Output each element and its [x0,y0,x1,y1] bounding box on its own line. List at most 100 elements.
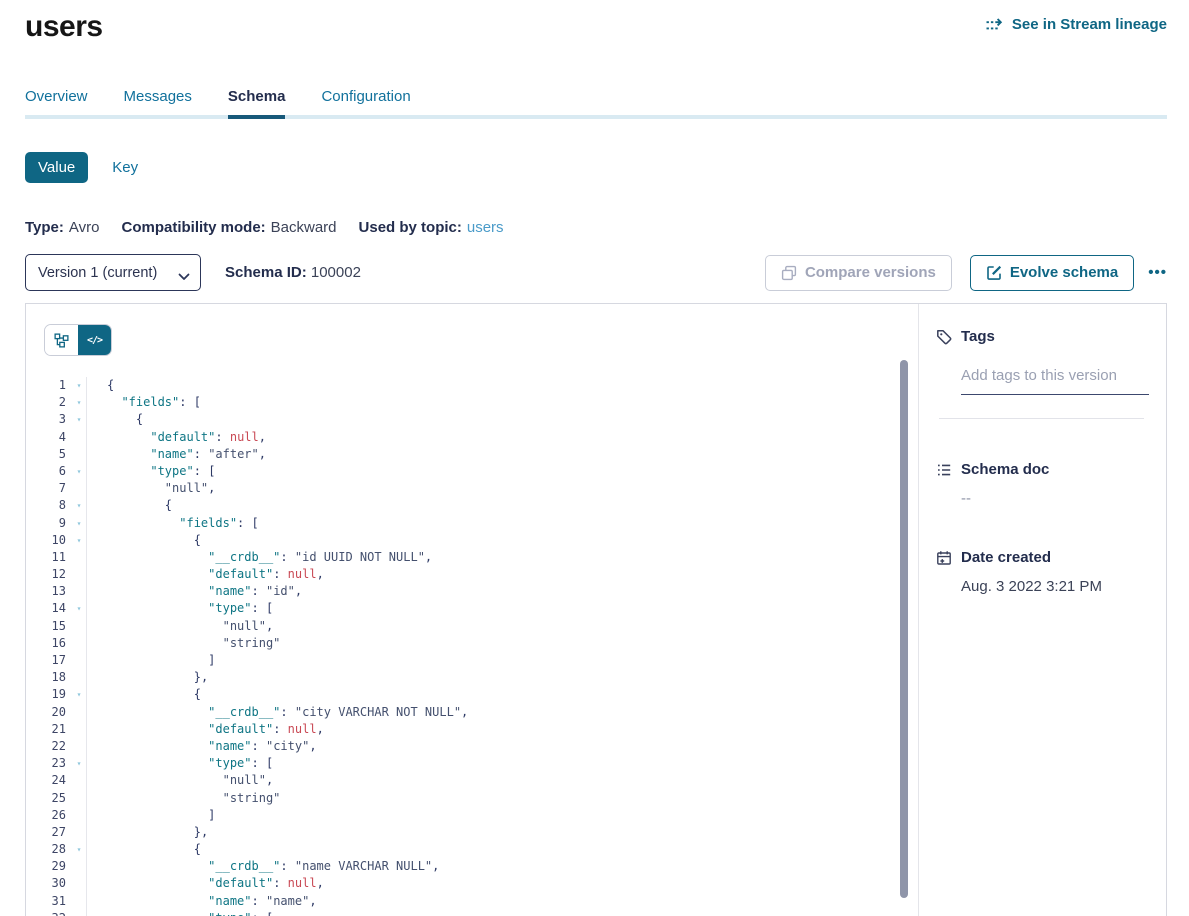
code-line: 31 "name": "name", [26,893,918,910]
line-number: 18 [26,669,72,686]
fold-arrow-icon[interactable]: ▾ [72,497,86,514]
line-number: 25 [26,790,72,807]
tab-overview[interactable]: Overview [25,88,88,119]
code-line: 1▾{ [26,377,918,394]
line-number: 8 [26,497,72,514]
code-line: 7 "null", [26,480,918,497]
code-line: 30 "default": null, [26,875,918,892]
line-number: 1 [26,377,72,394]
tree-view-toggle[interactable] [45,325,78,355]
side-panel: Tags Schema doc -- [918,304,1166,916]
version-select[interactable]: Version 1 (current) [25,254,201,291]
fold-arrow-icon[interactable]: ▾ [72,394,86,411]
meta-type: Type: Avro [25,219,99,236]
editor-toolbar: </> [26,304,918,356]
schema-id: Schema ID: 100002 [225,264,361,281]
fold-arrow-icon[interactable]: ▾ [72,910,86,916]
code-icon: </> [87,335,102,346]
version-select-wrap: Version 1 (current) [25,254,201,291]
line-number: 17 [26,652,72,669]
code-line: 9▾ "fields": [ [26,515,918,532]
meta-type-label: Type: [25,219,64,236]
scrollbar-thumb[interactable] [900,360,908,898]
line-number: 9 [26,515,72,532]
code-line: 27 }, [26,824,918,841]
line-number: 28 [26,841,72,858]
date-created-section: Date created Aug. 3 2022 3:21 PM [936,549,1150,595]
line-number: 14 [26,600,72,617]
stream-lineage-link[interactable]: See in Stream lineage [986,16,1167,33]
code-line: 13 "name": "id", [26,583,918,600]
schema-doc-value: -- [961,490,1150,507]
line-number: 12 [26,566,72,583]
code-line: 11 "__crdb__": "id UUID NOT NULL", [26,549,918,566]
line-number: 20 [26,704,72,721]
side-divider [939,418,1144,419]
line-number: 32 [26,910,72,916]
code-line: 20 "__crdb__": "city VARCHAR NOT NULL", [26,704,918,721]
code-line: 14▾ "type": [ [26,600,918,617]
code-view-toggle[interactable]: </> [78,325,111,355]
code-line: 26 ] [26,807,918,824]
calendar-plus-icon [936,550,952,566]
evolve-schema-button[interactable]: Evolve schema [970,255,1134,291]
line-number: 7 [26,480,72,497]
schema-doc-section: Schema doc -- [936,461,1150,507]
line-number: 27 [26,824,72,841]
line-number: 29 [26,858,72,875]
code-line: 22 "name": "city", [26,738,918,755]
line-number: 22 [26,738,72,755]
schema-panel: </> 1▾{2▾ "fields": [3▾ {4 "default": nu… [25,303,1167,916]
compare-versions-label: Compare versions [805,264,936,281]
compare-versions-button[interactable]: Compare versions [765,255,952,291]
meta-compatibility-mode: Compatibility mode:Backward [121,219,336,236]
segment-key[interactable]: Key [112,159,138,176]
tags-input[interactable] [961,367,1149,395]
schema-meta-row: Type: Avro Compatibility mode:Backward Used… [25,219,1167,236]
meta-used-by-topic-label: Used by topic: [359,219,462,236]
tag-icon [936,329,952,345]
code-line: 17 ] [26,652,918,669]
meta-used-by-topic-value[interactable]: users [467,219,504,236]
fold-arrow-icon[interactable]: ▾ [72,841,86,858]
fold-arrow-icon[interactable]: ▾ [72,600,86,617]
line-number: 2 [26,394,72,411]
line-number: 26 [26,807,72,824]
schema-page: users See in Stream lineage Overview Mess… [0,0,1189,916]
fold-arrow-icon[interactable]: ▾ [72,411,86,428]
tab-configuration[interactable]: Configuration [321,88,410,119]
line-number: 4 [26,429,72,446]
code-line: 25 "string" [26,790,918,807]
tab-messages[interactable]: Messages [124,88,192,119]
meta-compatibility-mode-value: Backward [271,219,337,236]
more-actions-button[interactable]: ••• [1148,268,1167,278]
line-number: 13 [26,583,72,600]
code-line: 8▾ { [26,497,918,514]
line-number: 24 [26,772,72,789]
page-title: users [25,10,103,44]
line-number: 21 [26,721,72,738]
schema-editor: </> 1▾{2▾ "fields": [3▾ {4 "default": nu… [26,304,918,916]
tags-title: Tags [961,328,995,345]
meta-type-value: Avro [69,219,100,236]
code-line: 32▾ "type": [ [26,910,918,916]
code-line: 10▾ { [26,532,918,549]
code-line: 12 "default": null, [26,566,918,583]
code-line: 24 "null", [26,772,918,789]
fold-arrow-icon[interactable]: ▾ [72,463,86,480]
segment-value[interactable]: Value [25,152,88,183]
line-number: 23 [26,755,72,772]
fold-arrow-icon[interactable]: ▾ [72,755,86,772]
fold-arrow-icon[interactable]: ▾ [72,377,86,394]
fold-arrow-icon[interactable]: ▾ [72,686,86,703]
code-line: 6▾ "type": [ [26,463,918,480]
date-created-value: Aug. 3 2022 3:21 PM [961,578,1150,595]
fold-arrow-icon[interactable]: ▾ [72,532,86,549]
code-line: 3▾ { [26,411,918,428]
fold-arrow-icon[interactable]: ▾ [72,515,86,532]
code-line: 4 "default": null, [26,429,918,446]
tab-schema[interactable]: Schema [228,88,286,119]
code-line: 29 "__crdb__": "name VARCHAR NULL", [26,858,918,875]
compare-versions-icon [781,265,797,281]
code-editor: 1▾{2▾ "fields": [3▾ {4 "default": null,5… [26,377,918,916]
